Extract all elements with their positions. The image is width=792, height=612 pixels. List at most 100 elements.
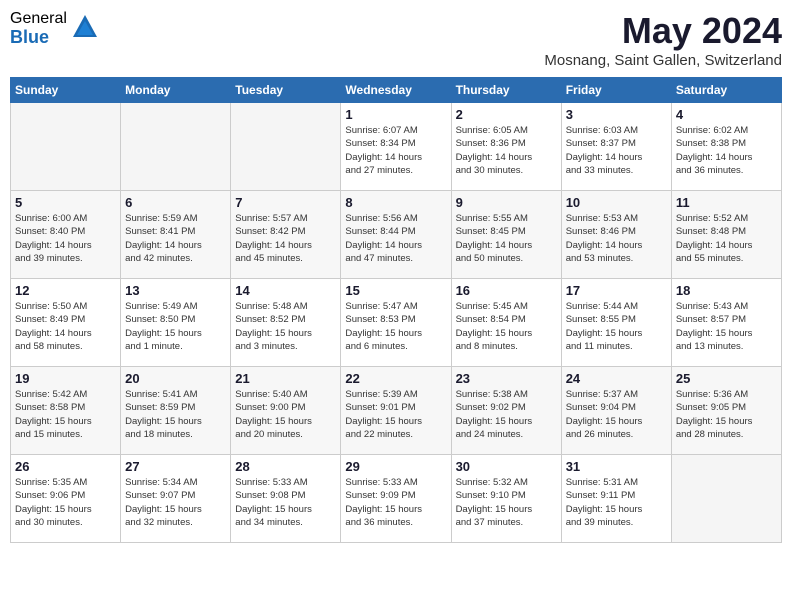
week-row-4: 19 Sunrise: 5:42 AM Sunset: 8:58 PM Dayli… <box>11 367 782 455</box>
day-info: Sunrise: 6:05 AM Sunset: 8:36 PM Dayligh… <box>456 124 557 177</box>
day-info: Sunrise: 5:42 AM Sunset: 8:58 PM Dayligh… <box>15 388 116 441</box>
day-cell: 4 Sunrise: 6:02 AM Sunset: 8:38 PM Daylig… <box>671 103 781 191</box>
day-cell: 17Sunrise: 5:44 AM Sunset: 8:55 PM Dayli… <box>561 279 671 367</box>
week-row-2: 5 Sunrise: 6:00 AM Sunset: 8:40 PM Daylig… <box>11 191 782 279</box>
day-info: Sunrise: 5:40 AM Sunset: 9:00 PM Dayligh… <box>235 388 336 441</box>
logo-blue: Blue <box>10 28 67 48</box>
weekday-header-row: SundayMondayTuesdayWednesdayThursdayFrid… <box>11 78 782 103</box>
day-cell: 5 Sunrise: 6:00 AM Sunset: 8:40 PM Daylig… <box>11 191 121 279</box>
day-info: Sunrise: 5:59 AM Sunset: 8:41 PM Dayligh… <box>125 212 226 265</box>
day-cell: 24 Sunrise: 5:37 AM Sunset: 9:04 PM Dayli… <box>561 367 671 455</box>
day-cell: 10 Sunrise: 5:53 AM Sunset: 8:46 PM Dayli… <box>561 191 671 279</box>
day-number: 27 <box>125 459 226 474</box>
month-title: May 2024 <box>544 10 782 52</box>
logo-icon <box>71 13 99 41</box>
day-info: Sunrise: 5:34 AM Sunset: 9:07 PM Dayligh… <box>125 476 226 529</box>
location: Mosnang, Saint Gallen, Switzerland <box>544 52 782 69</box>
day-cell: 27 Sunrise: 5:34 AM Sunset: 9:07 PM Dayli… <box>121 455 231 543</box>
day-info: Sunrise: 5:45 AM Sunset: 8:54 PM Dayligh… <box>456 300 557 353</box>
day-number: 30 <box>456 459 557 474</box>
day-info: Sunrise: 5:53 AM Sunset: 8:46 PM Dayligh… <box>566 212 667 265</box>
day-info: Sunrise: 5:52 AM Sunset: 8:48 PM Dayligh… <box>676 212 777 265</box>
day-info: Sunrise: 5:55 AM Sunset: 8:45 PM Dayligh… <box>456 212 557 265</box>
day-number: 24 <box>566 371 667 386</box>
day-cell: 2 Sunrise: 6:05 AM Sunset: 8:36 PM Daylig… <box>451 103 561 191</box>
day-cell: 31 Sunrise: 5:31 AM Sunset: 9:11 PM Dayli… <box>561 455 671 543</box>
day-number: 4 <box>676 107 777 122</box>
day-number: 5 <box>15 195 116 210</box>
day-cell: 19 Sunrise: 5:42 AM Sunset: 8:58 PM Dayli… <box>11 367 121 455</box>
day-info: Sunrise: 6:00 AM Sunset: 8:40 PM Dayligh… <box>15 212 116 265</box>
day-number: 7 <box>235 195 336 210</box>
day-cell: 22 Sunrise: 5:39 AM Sunset: 9:01 PM Dayli… <box>341 367 451 455</box>
day-cell: 26Sunrise: 5:35 AM Sunset: 9:06 PM Dayli… <box>11 455 121 543</box>
day-cell: 9Sunrise: 5:55 AM Sunset: 8:45 PM Daylig… <box>451 191 561 279</box>
day-info: Sunrise: 5:50 AM Sunset: 8:49 PM Dayligh… <box>15 300 116 353</box>
day-cell: 6 Sunrise: 5:59 AM Sunset: 8:41 PM Daylig… <box>121 191 231 279</box>
day-number: 16 <box>456 283 557 298</box>
day-number: 10 <box>566 195 667 210</box>
day-info: Sunrise: 5:41 AM Sunset: 8:59 PM Dayligh… <box>125 388 226 441</box>
day-number: 2 <box>456 107 557 122</box>
day-cell: 14Sunrise: 5:48 AM Sunset: 8:52 PM Dayli… <box>231 279 341 367</box>
day-cell: 16 Sunrise: 5:45 AM Sunset: 8:54 PM Dayli… <box>451 279 561 367</box>
day-cell: 15Sunrise: 5:47 AM Sunset: 8:53 PM Dayli… <box>341 279 451 367</box>
day-info: Sunrise: 5:32 AM Sunset: 9:10 PM Dayligh… <box>456 476 557 529</box>
logo-general: General <box>10 10 67 28</box>
weekday-header-wednesday: Wednesday <box>341 78 451 103</box>
day-info: Sunrise: 5:31 AM Sunset: 9:11 PM Dayligh… <box>566 476 667 529</box>
day-number: 13 <box>125 283 226 298</box>
day-info: Sunrise: 5:56 AM Sunset: 8:44 PM Dayligh… <box>345 212 446 265</box>
title-block: May 2024 Mosnang, Saint Gallen, Switzerl… <box>544 10 782 69</box>
day-cell: 20Sunrise: 5:41 AM Sunset: 8:59 PM Dayli… <box>121 367 231 455</box>
day-info: Sunrise: 6:03 AM Sunset: 8:37 PM Dayligh… <box>566 124 667 177</box>
day-number: 28 <box>235 459 336 474</box>
day-number: 19 <box>15 371 116 386</box>
day-info: Sunrise: 5:57 AM Sunset: 8:42 PM Dayligh… <box>235 212 336 265</box>
day-cell: 30 Sunrise: 5:32 AM Sunset: 9:10 PM Dayli… <box>451 455 561 543</box>
day-cell: 23Sunrise: 5:38 AM Sunset: 9:02 PM Dayli… <box>451 367 561 455</box>
day-cell <box>11 103 121 191</box>
day-number: 12 <box>15 283 116 298</box>
day-number: 6 <box>125 195 226 210</box>
weekday-header-tuesday: Tuesday <box>231 78 341 103</box>
day-info: Sunrise: 5:33 AM Sunset: 9:08 PM Dayligh… <box>235 476 336 529</box>
day-info: Sunrise: 5:44 AM Sunset: 8:55 PM Dayligh… <box>566 300 667 353</box>
weekday-header-saturday: Saturday <box>671 78 781 103</box>
day-cell <box>671 455 781 543</box>
weekday-header-friday: Friday <box>561 78 671 103</box>
day-number: 22 <box>345 371 446 386</box>
day-info: Sunrise: 5:48 AM Sunset: 8:52 PM Dayligh… <box>235 300 336 353</box>
day-cell: 28 Sunrise: 5:33 AM Sunset: 9:08 PM Dayli… <box>231 455 341 543</box>
day-info: Sunrise: 5:36 AM Sunset: 9:05 PM Dayligh… <box>676 388 777 441</box>
week-row-5: 26Sunrise: 5:35 AM Sunset: 9:06 PM Dayli… <box>11 455 782 543</box>
weekday-header-thursday: Thursday <box>451 78 561 103</box>
day-info: Sunrise: 5:39 AM Sunset: 9:01 PM Dayligh… <box>345 388 446 441</box>
week-row-3: 12 Sunrise: 5:50 AM Sunset: 8:49 PM Dayli… <box>11 279 782 367</box>
day-cell: 8 Sunrise: 5:56 AM Sunset: 8:44 PM Daylig… <box>341 191 451 279</box>
day-info: Sunrise: 5:49 AM Sunset: 8:50 PM Dayligh… <box>125 300 226 353</box>
day-number: 29 <box>345 459 446 474</box>
day-cell <box>231 103 341 191</box>
day-cell: 11 Sunrise: 5:52 AM Sunset: 8:48 PM Dayli… <box>671 191 781 279</box>
day-cell: 13 Sunrise: 5:49 AM Sunset: 8:50 PM Dayli… <box>121 279 231 367</box>
day-number: 1 <box>345 107 446 122</box>
day-cell: 21Sunrise: 5:40 AM Sunset: 9:00 PM Dayli… <box>231 367 341 455</box>
logo: General Blue <box>10 10 99 47</box>
day-info: Sunrise: 5:43 AM Sunset: 8:57 PM Dayligh… <box>676 300 777 353</box>
day-number: 8 <box>345 195 446 210</box>
day-cell: 12 Sunrise: 5:50 AM Sunset: 8:49 PM Dayli… <box>11 279 121 367</box>
day-info: Sunrise: 5:47 AM Sunset: 8:53 PM Dayligh… <box>345 300 446 353</box>
day-number: 18 <box>676 283 777 298</box>
day-info: Sunrise: 6:02 AM Sunset: 8:38 PM Dayligh… <box>676 124 777 177</box>
day-number: 23 <box>456 371 557 386</box>
week-row-1: 1 Sunrise: 6:07 AM Sunset: 8:34 PM Daylig… <box>11 103 782 191</box>
day-number: 11 <box>676 195 777 210</box>
day-cell <box>121 103 231 191</box>
day-info: Sunrise: 6:07 AM Sunset: 8:34 PM Dayligh… <box>345 124 446 177</box>
day-info: Sunrise: 5:33 AM Sunset: 9:09 PM Dayligh… <box>345 476 446 529</box>
day-cell: 18 Sunrise: 5:43 AM Sunset: 8:57 PM Dayli… <box>671 279 781 367</box>
day-number: 31 <box>566 459 667 474</box>
day-info: Sunrise: 5:37 AM Sunset: 9:04 PM Dayligh… <box>566 388 667 441</box>
day-number: 25 <box>676 371 777 386</box>
